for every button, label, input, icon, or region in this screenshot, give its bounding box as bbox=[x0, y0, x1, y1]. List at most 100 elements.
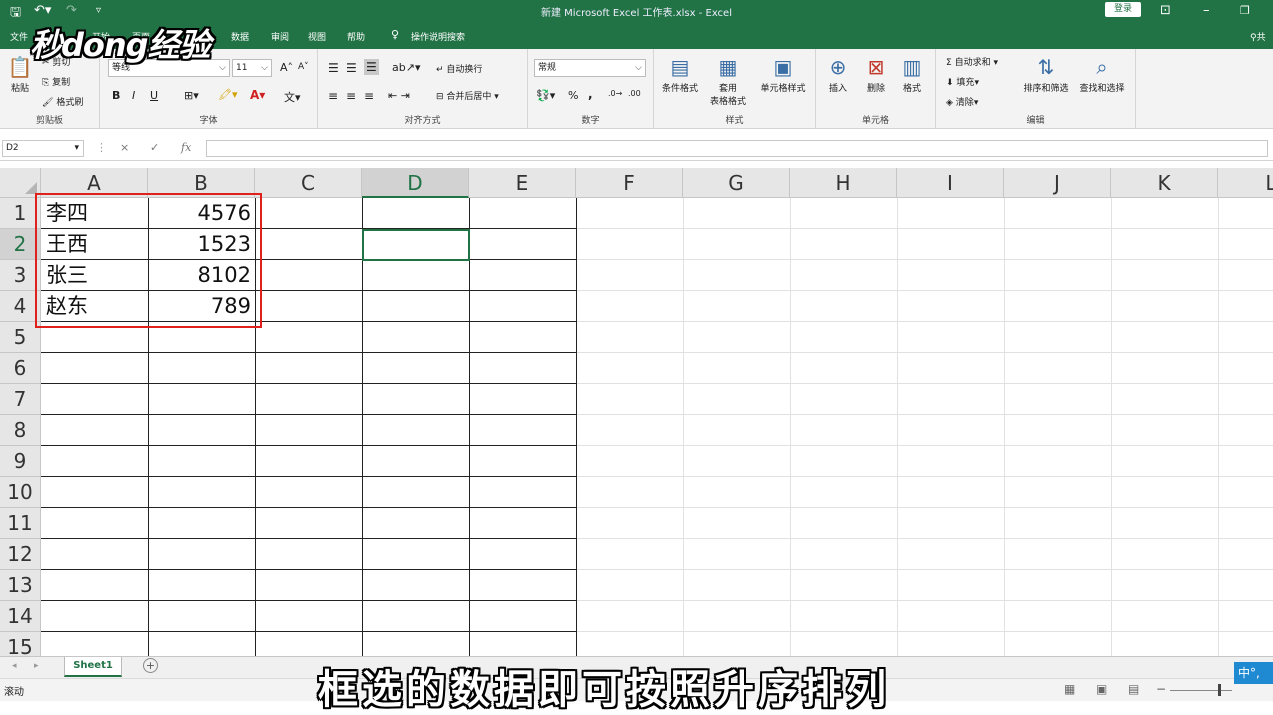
align-bottom-icon[interactable]: ☰ bbox=[364, 59, 379, 75]
zoom-slider-thumb[interactable] bbox=[1218, 684, 1221, 696]
clear-label: 清除 bbox=[955, 98, 974, 108]
format-as-table-button[interactable]: ▦ 套用 表格格式 bbox=[706, 55, 750, 107]
row-header-14[interactable]: 14 bbox=[0, 601, 41, 632]
italic-button[interactable]: I bbox=[132, 89, 135, 102]
enter-icon[interactable]: ✓ bbox=[150, 141, 159, 154]
person-icon: ⚲ bbox=[1250, 33, 1257, 43]
align-right-icon[interactable]: ≡ bbox=[364, 89, 374, 103]
number-format-value: 常规 bbox=[538, 63, 557, 73]
font-size-combo[interactable]: 11 ⌵ bbox=[232, 59, 272, 77]
number-format-combo[interactable]: 常规 ⌵ bbox=[534, 59, 646, 77]
clear-button[interactable]: ◈ 清除▾ bbox=[946, 95, 978, 108]
active-cell-d2[interactable] bbox=[362, 229, 470, 261]
grow-font-label: A bbox=[280, 61, 288, 74]
row-header-11[interactable]: 11 bbox=[0, 508, 41, 539]
grow-font-button[interactable]: A˄ bbox=[280, 61, 293, 74]
page-layout-view-icon[interactable]: ▣ bbox=[1096, 682, 1107, 696]
column-header-l[interactable]: L bbox=[1218, 168, 1273, 198]
tab-review[interactable]: 审阅 bbox=[271, 30, 289, 43]
column-header-j[interactable]: J bbox=[1004, 168, 1111, 198]
delete-button[interactable]: ⊠ 删除 bbox=[856, 55, 896, 94]
wrap-text-label: 自动换行 bbox=[446, 65, 483, 75]
share-button[interactable]: ⚲共 bbox=[1250, 30, 1266, 43]
column-header-f[interactable]: F bbox=[576, 168, 683, 198]
row-header-10[interactable]: 10 bbox=[0, 477, 41, 508]
align-left-icon[interactable]: ≡ bbox=[328, 89, 338, 103]
format-cells-button[interactable]: ▥ 格式 bbox=[892, 55, 932, 94]
decrease-decimal-icon[interactable]: .00 bbox=[628, 89, 641, 98]
merge-center-button[interactable]: ⊟ 合并后居中 ▾ bbox=[436, 89, 499, 102]
tab-view[interactable]: 视图 bbox=[308, 30, 326, 43]
percent-button[interactable]: % bbox=[568, 89, 578, 102]
align-middle-icon[interactable]: ☰ bbox=[346, 61, 357, 75]
tab-help[interactable]: 帮助 bbox=[347, 30, 365, 43]
row-header-15[interactable]: 15 bbox=[0, 632, 41, 656]
row-header-12[interactable]: 12 bbox=[0, 539, 41, 570]
format-painter-button[interactable]: 🖌 格式刷 bbox=[42, 95, 83, 108]
row-header-9[interactable]: 9 bbox=[0, 446, 41, 477]
phonetic-icon[interactable]: 文▾ bbox=[284, 89, 301, 105]
gridline-vertical bbox=[683, 198, 684, 656]
tab-data[interactable]: 数据 bbox=[231, 30, 249, 43]
row-header-6[interactable]: 6 bbox=[0, 353, 41, 384]
format-painter-label: 格式刷 bbox=[56, 98, 84, 108]
column-header-i[interactable]: I bbox=[897, 168, 1004, 198]
row-header-13[interactable]: 13 bbox=[0, 570, 41, 601]
align-center-icon[interactable]: ≡ bbox=[346, 89, 356, 103]
column-header-c[interactable]: C bbox=[255, 168, 362, 198]
ribbon-display-icon[interactable]: ⊡ bbox=[1160, 3, 1171, 18]
sort-filter-button[interactable]: ⇅ 排序和筛选 bbox=[1018, 55, 1074, 94]
indent-icon[interactable]: ⇤ ⇥ bbox=[388, 89, 410, 102]
add-sheet-button[interactable]: + bbox=[143, 658, 158, 673]
row-header-7[interactable]: 7 bbox=[0, 384, 41, 415]
cancel-icon[interactable]: × bbox=[120, 141, 129, 154]
autosum-button[interactable]: Σ 自动求和 ▾ bbox=[946, 55, 998, 68]
gridline-horizontal bbox=[576, 321, 1273, 322]
normal-view-icon[interactable]: ▦ bbox=[1064, 682, 1075, 696]
find-select-button[interactable]: ⌕ 查找和选择 bbox=[1074, 55, 1130, 94]
font-color-icon[interactable]: A▾ bbox=[250, 88, 265, 102]
currency-icon[interactable]: 💱▾ bbox=[536, 89, 555, 102]
shrink-font-button[interactable]: A˅ bbox=[298, 62, 309, 72]
cells-label: 单元格 bbox=[861, 116, 889, 126]
cell-styles-label: 单元格样式 bbox=[760, 84, 806, 94]
cell-styles-button[interactable]: ▣ 单元格样式 bbox=[754, 55, 812, 94]
align-top-icon[interactable]: ☰ bbox=[328, 61, 339, 75]
insert-function-icon[interactable]: fx bbox=[181, 141, 191, 154]
fill-color-icon[interactable]: 🖍▾ bbox=[218, 88, 238, 101]
gridline-horizontal bbox=[576, 507, 1273, 508]
insert-button[interactable]: ⊕ 插入 bbox=[818, 55, 858, 94]
scroll-left-icon[interactable]: ◂ bbox=[12, 661, 17, 671]
zoom-out-button[interactable]: − bbox=[1156, 682, 1166, 696]
wrap-text-button[interactable]: ↵ 自动换行 bbox=[436, 62, 482, 75]
bold-button[interactable]: B bbox=[112, 89, 120, 102]
brush-icon: 🖌 bbox=[42, 98, 54, 108]
scroll-right-icon[interactable]: ▸ bbox=[34, 661, 39, 671]
page-break-view-icon[interactable]: ▤ bbox=[1128, 682, 1139, 696]
chevron-down-icon: ⌵ bbox=[635, 63, 642, 73]
column-header-d[interactable]: D bbox=[362, 168, 469, 198]
tab-file[interactable]: 文件 bbox=[10, 30, 28, 43]
minimize-icon[interactable]: – bbox=[1203, 3, 1210, 18]
name-box[interactable]: D2 ▾ bbox=[2, 140, 84, 157]
comma-button[interactable]: , bbox=[588, 87, 593, 101]
formula-input[interactable] bbox=[206, 140, 1268, 157]
orientation-icon[interactable]: ab↗▾ bbox=[392, 61, 420, 74]
number-label: 数字 bbox=[581, 116, 600, 126]
copy-button[interactable]: ⎘ 复制 bbox=[42, 75, 70, 88]
column-header-h[interactable]: H bbox=[790, 168, 897, 198]
borders-icon[interactable]: ⊞▾ bbox=[184, 89, 199, 102]
column-header-e[interactable]: E bbox=[469, 168, 576, 198]
column-header-g[interactable]: G bbox=[683, 168, 790, 198]
restore-icon[interactable]: ❐ bbox=[1240, 4, 1250, 17]
sheet-tab-sheet1[interactable]: Sheet1 bbox=[64, 657, 122, 677]
underline-button[interactable]: U bbox=[150, 89, 158, 102]
increase-decimal-icon[interactable]: .0→ bbox=[608, 89, 622, 98]
row-header-8[interactable]: 8 bbox=[0, 415, 41, 446]
login-button[interactable]: 登录 bbox=[1105, 2, 1141, 17]
tell-me-search[interactable]: 操作说明搜索 bbox=[411, 30, 465, 43]
conditional-format-button[interactable]: ▤ 条件格式 bbox=[658, 55, 702, 94]
zoom-slider[interactable] bbox=[1170, 690, 1232, 691]
fill-button[interactable]: ⬇ 填充▾ bbox=[946, 75, 979, 88]
column-header-k[interactable]: K bbox=[1111, 168, 1218, 198]
